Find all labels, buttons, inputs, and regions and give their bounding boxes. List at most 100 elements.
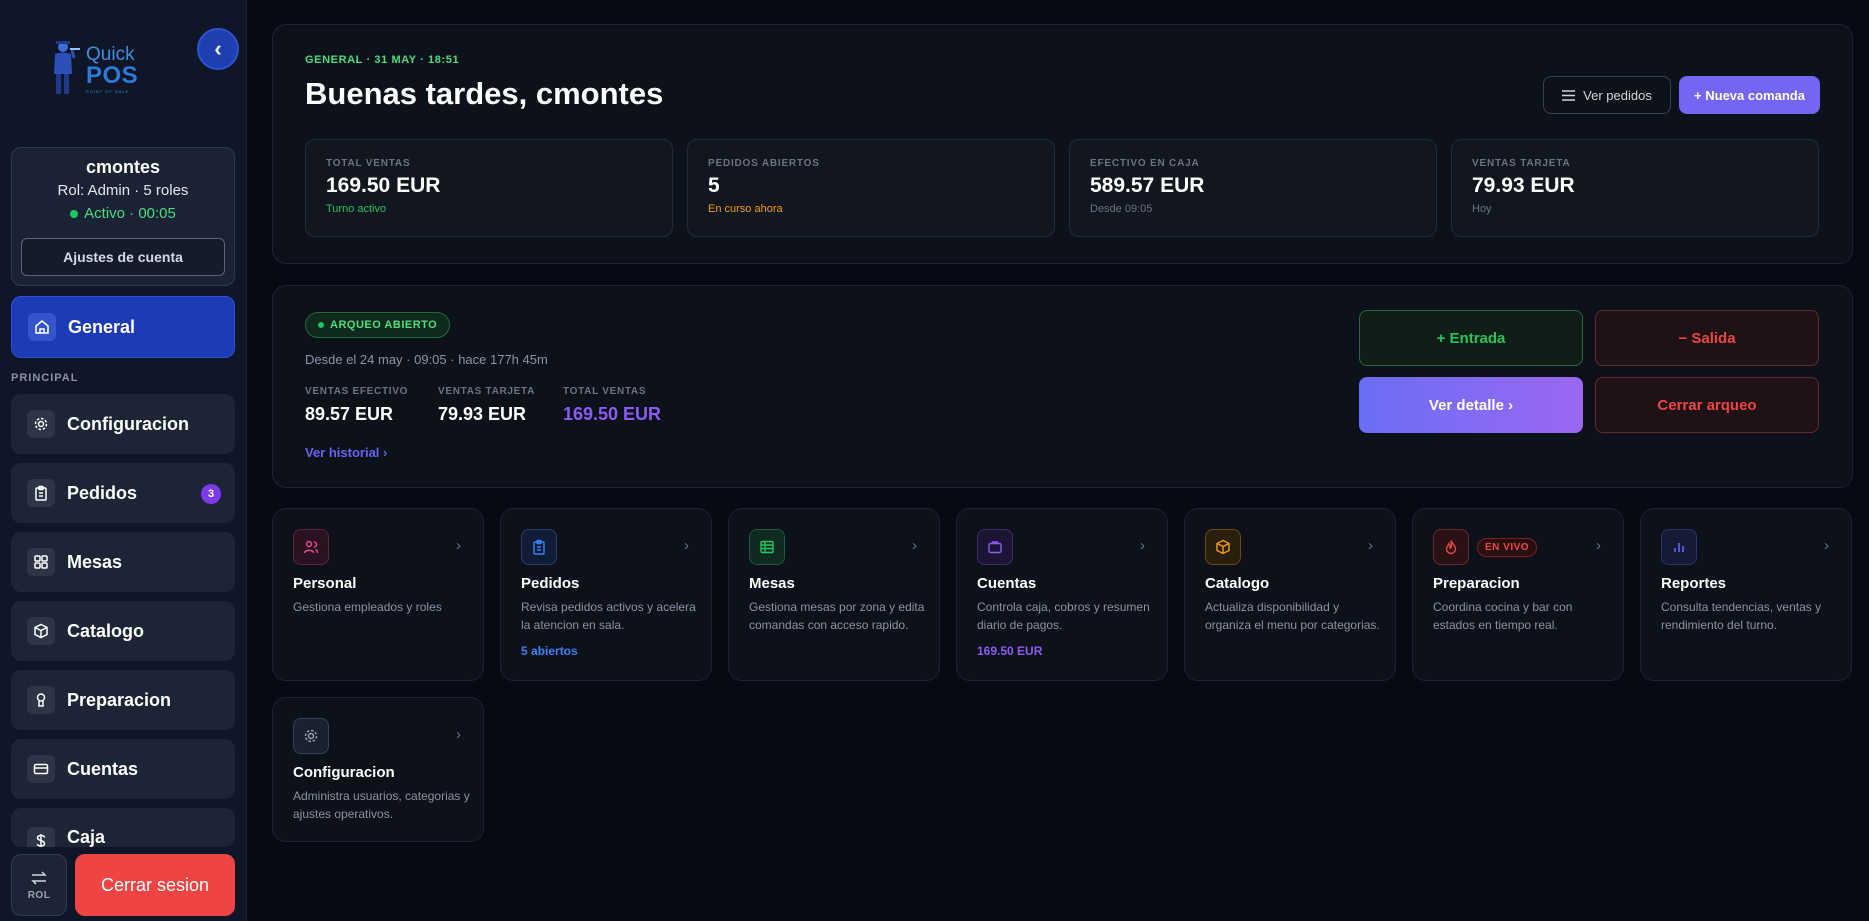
card-description: Actualiza disponibilidad y organiza el m… <box>1205 600 1380 632</box>
collapse-sidebar-button[interactable]: ‹ <box>197 28 239 70</box>
view-orders-label: Ver pedidos <box>1583 87 1652 103</box>
clipboard-icon <box>521 529 557 565</box>
card-description: Consulta tendencias, ventas y rendimient… <box>1661 600 1822 632</box>
chevron-right-icon: › <box>1140 537 1145 554</box>
page-title: Buenas tardes, cmontes <box>305 76 664 111</box>
swap-icon <box>31 870 47 885</box>
sidebar-item-label: Configuracion <box>67 413 189 434</box>
logo: Quick POS POINT OF SALE <box>50 36 150 98</box>
card-description: Coordina cocina y bar con estados en tie… <box>1433 600 1573 632</box>
page-breadcrumb: GENERAL · 31 MAY · 18:51 <box>305 54 460 66</box>
card-title: Reportes <box>1661 575 1727 592</box>
orders-count-badge: 3 <box>201 484 221 504</box>
module-card-catalogo[interactable]: › Catalogo Actualiza disponibilidad y or… <box>1184 508 1396 681</box>
role-label: ROL <box>27 889 51 901</box>
card-description: Revisa pedidos activos y acelera la aten… <box>521 600 696 632</box>
stat-label: EFECTIVO EN CAJA <box>1090 158 1200 169</box>
box-icon <box>1205 529 1241 565</box>
sidebar-item-general[interactable]: General <box>11 296 235 358</box>
metric-value: 79.93 EUR <box>438 404 527 424</box>
chevron-right-icon: › <box>1596 537 1601 554</box>
module-card-configuracion[interactable]: › Configuracion Administra usuarios, cat… <box>272 697 484 842</box>
sidebar-item-label: Mesas <box>67 551 123 572</box>
sidebar-item-catalogo[interactable]: Catalogo <box>11 601 235 661</box>
sidebar-item-label: Caja <box>67 827 106 847</box>
dollar-icon <box>27 827 55 847</box>
cash-out-button[interactable]: − Salida <box>1595 310 1819 366</box>
sidebar-item-label: Cuentas <box>67 758 139 779</box>
sidebar-item-pedidos[interactable]: Pedidos 3 <box>11 463 235 523</box>
metric-label: VENTAS EFECTIVO <box>305 386 409 397</box>
sidebar-item-cuentas[interactable]: Cuentas <box>11 739 235 799</box>
module-card-personal[interactable]: › Personal Gestiona empleados y roles <box>272 508 484 681</box>
menu-icon <box>1562 89 1576 101</box>
account-settings-button[interactable]: Ajustes de cuenta <box>21 238 225 276</box>
cash-count-status-badge: ARQUEO ABIERTO <box>305 312 451 338</box>
overview-panel: GENERAL · 31 MAY · 18:51 Buenas tardes, … <box>272 24 1853 264</box>
status-dot-icon <box>318 322 324 328</box>
chevron-right-icon: › <box>912 537 917 554</box>
stat-sub: Turno activo <box>326 203 387 215</box>
stat-label: VENTAS TARJETA <box>1472 158 1571 169</box>
sidebar-item-mesas[interactable]: Mesas <box>11 532 235 592</box>
card-description: Administra usuarios, categorias y ajuste… <box>293 789 470 821</box>
module-card-mesas[interactable]: › Mesas Gestiona mesas por zona y edita … <box>728 508 940 681</box>
sidebar-item-preparacion[interactable]: Preparacion <box>11 670 235 730</box>
user-card: cmontes Rol: Admin · 5 roles Activo · 00… <box>11 147 235 286</box>
cash-count-since: Desde el 24 may · 09:05 · hace 177h 45m <box>305 352 548 367</box>
stat-total-sales: TOTAL VENTAS 169.50 EUR Turno activo <box>305 139 673 237</box>
stat-label: PEDIDOS ABIERTOS <box>708 158 820 169</box>
close-cash-count-button[interactable]: Cerrar arqueo <box>1595 377 1819 433</box>
module-card-preparacion[interactable]: EN VIVO › Preparacion Coordina cocina y … <box>1412 508 1624 681</box>
stat-sub: En curso ahora <box>708 203 783 215</box>
cash-count-panel: ARQUEO ABIERTO Desde el 24 may · 09:05 ·… <box>272 285 1853 488</box>
clipboard-icon <box>27 479 55 507</box>
chevron-right-icon: › <box>456 726 461 743</box>
stat-card-sales: VENTAS TARJETA 79.93 EUR Hoy <box>1451 139 1819 237</box>
view-detail-button[interactable]: Ver detalle › <box>1359 377 1583 433</box>
sidebar-item-label: General <box>68 316 136 337</box>
home-icon <box>28 313 56 341</box>
card-title: Configuracion <box>293 764 395 781</box>
card-title: Preparacion <box>1433 575 1520 592</box>
card-description: Controla caja, cobros y resumen diario d… <box>977 600 1150 632</box>
card-title: Catalogo <box>1205 575 1270 592</box>
briefcase-icon <box>977 529 1013 565</box>
stat-cash-drawer: EFECTIVO EN CAJA 589.57 EUR Desde 09:05 <box>1069 139 1437 237</box>
card-title: Cuentas <box>977 575 1037 592</box>
new-order-button[interactable]: + Nueva comanda <box>1679 76 1820 114</box>
metric-value: 89.57 EUR <box>305 404 394 424</box>
user-status-text: Activo · 00:05 <box>84 205 176 222</box>
stat-open-orders: PEDIDOS ABIERTOS 5 En curso ahora <box>687 139 1055 237</box>
waiter-logo-icon <box>54 41 80 94</box>
stat-sub: Desde 09:05 <box>1090 203 1153 215</box>
sidebar-item-label: Pedidos <box>67 482 138 503</box>
cash-in-button[interactable]: + Entrada <box>1359 310 1583 366</box>
chevron-right-icon: › <box>684 537 689 554</box>
module-card-pedidos[interactable]: › Pedidos Revisa pedidos activos y acele… <box>500 508 712 681</box>
stat-value: 5 <box>708 174 720 197</box>
bar-chart-icon <box>1661 529 1697 565</box>
stat-sub: Hoy <box>1472 203 1492 215</box>
view-history-link[interactable]: Ver historial › <box>305 445 387 460</box>
module-card-cuentas[interactable]: › Cuentas Controla caja, cobros y resume… <box>956 508 1168 681</box>
card-title: Mesas <box>749 575 795 592</box>
view-orders-button[interactable]: Ver pedidos <box>1543 76 1671 114</box>
stat-value: 169.50 EUR <box>326 174 441 197</box>
switch-role-button[interactable]: ROL <box>11 854 67 916</box>
cash-sales-metric: VENTAS EFECTIVO 89.57 EUR <box>305 386 408 425</box>
metric-label: VENTAS TARJETA <box>438 386 536 397</box>
sidebar-item-label: Preparacion <box>67 689 172 710</box>
sidebar: Quick POS POINT OF SALE ‹ cmontes Rol: A… <box>0 0 247 921</box>
user-status: Activo · 00:05 <box>12 205 234 222</box>
logo-word-pos: POS <box>86 61 139 89</box>
stat-label: TOTAL VENTAS <box>326 158 411 169</box>
chevron-right-icon: › <box>1824 537 1829 554</box>
module-card-reportes[interactable]: › Reportes Consulta tendencias, ventas y… <box>1640 508 1852 681</box>
logo-word-quick: Quick <box>86 43 135 65</box>
sidebar-item-caja[interactable]: Caja <box>11 808 235 847</box>
logout-button[interactable]: Cerrar sesion <box>75 854 235 916</box>
credit-card-icon <box>27 755 55 783</box>
sidebar-item-configuracion[interactable]: Configuracion <box>11 394 235 454</box>
flame-icon <box>1433 529 1469 565</box>
